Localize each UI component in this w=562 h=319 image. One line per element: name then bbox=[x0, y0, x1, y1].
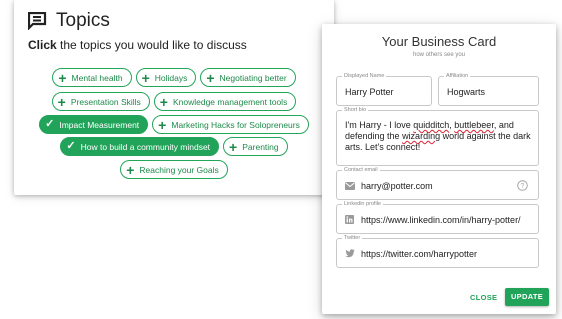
contact-email-value: harry@potter.com bbox=[361, 181, 433, 191]
plus-icon: + bbox=[159, 93, 168, 110]
topic-chip[interactable]: + Mental health bbox=[52, 68, 132, 87]
topic-chip-label: Mental health bbox=[71, 72, 123, 83]
plus-icon: + bbox=[158, 116, 167, 133]
short-bio-label: Short bio bbox=[342, 106, 369, 115]
contact-email-field[interactable]: Contact email harry@potter.com ? bbox=[336, 166, 539, 200]
linkedin-icon bbox=[345, 215, 354, 224]
plus-icon: + bbox=[141, 69, 150, 86]
bio-misspelled-word: wizarding bbox=[402, 131, 441, 141]
topic-chip-row: + Reaching your Goals bbox=[14, 160, 334, 179]
check-icon: ✓ bbox=[45, 118, 55, 130]
help-icon[interactable]: ? bbox=[517, 180, 528, 191]
topic-chip-label: Reaching your Goals bbox=[139, 164, 219, 175]
topic-chip-label: Impact Measurement bbox=[59, 119, 140, 130]
topic-chip-label: Presentation Skills bbox=[70, 96, 141, 107]
topic-chip[interactable]: + Reaching your Goals bbox=[120, 160, 228, 179]
topic-chip[interactable]: + Negotiating better bbox=[200, 68, 296, 87]
topic-chip-label: Marketing Hacks for Solopreneurs bbox=[171, 119, 300, 130]
close-button[interactable]: CLOSE bbox=[470, 293, 497, 302]
plus-icon: + bbox=[58, 69, 67, 86]
topic-chip-row: ✓ Impact Measurement + Marketing Hacks for … bbox=[14, 115, 334, 134]
topic-chip-label: Holidays bbox=[154, 72, 188, 83]
check-icon: ✓ bbox=[66, 140, 76, 152]
bio-part: I'm Harry - I love bbox=[345, 120, 414, 130]
update-button[interactable]: UPDATE bbox=[505, 288, 549, 306]
topic-chip[interactable]: + Presentation Skills bbox=[51, 92, 150, 111]
topics-chat-icon bbox=[28, 12, 47, 30]
linkedin-profile-field[interactable]: Linkedin profile https://www.linkedin.co… bbox=[336, 200, 539, 234]
topics-title: Topics bbox=[56, 10, 110, 31]
plus-icon: + bbox=[229, 138, 238, 155]
linkedin-profile-value: https://www.linkedin.com/in/harry-potter… bbox=[361, 215, 521, 225]
plus-icon: + bbox=[57, 93, 66, 110]
plus-icon: + bbox=[126, 161, 135, 178]
bio-misspelled-word: buttlebeer bbox=[454, 120, 494, 130]
twitter-value: https://twitter.com/harrypotter bbox=[361, 249, 478, 259]
affiliation-field[interactable]: Affiliation Hogwarts bbox=[438, 72, 539, 106]
affiliation-value: Hogwarts bbox=[447, 87, 486, 97]
topic-chip-label: How to build a community mindset bbox=[80, 141, 211, 152]
topic-chip[interactable]: + Marketing Hacks for Solopreneurs bbox=[152, 115, 309, 134]
bio-misspelled-word: quidditch bbox=[413, 120, 450, 130]
topic-chip-label: Parenting bbox=[242, 141, 279, 152]
topics-card: Topics Click the topics you would like t… bbox=[14, 0, 334, 195]
affiliation-label: Affiliation bbox=[444, 72, 471, 81]
topics-instruction-text: the topics you would like to discuss bbox=[56, 38, 247, 52]
linkedin-profile-label: Linkedin profile bbox=[342, 200, 383, 209]
topic-chip[interactable]: + Knowledge management tools bbox=[153, 92, 297, 111]
svg-text:?: ? bbox=[521, 183, 525, 190]
displayed-name-value: Harry Potter bbox=[345, 87, 394, 97]
card-title: Your Business Card bbox=[381, 34, 497, 49]
topic-chip-row: + Presentation Skills + Knowledge managemen… bbox=[14, 92, 334, 111]
contact-email-label: Contact email bbox=[342, 166, 380, 175]
email-icon bbox=[345, 182, 355, 190]
short-bio-value: I'm Harry - I love quidditch, buttlebeer… bbox=[345, 120, 532, 153]
topic-chip-row: + Mental health + Holidays + Negotiating bett… bbox=[14, 68, 334, 87]
topic-chip-row: ✓ How to build a community mindset + Parent… bbox=[14, 137, 334, 156]
twitter-field[interactable]: Twitter https://twitter.com/harrypotter bbox=[336, 234, 539, 268]
topic-chip[interactable]: + Parenting bbox=[223, 137, 288, 156]
topic-chip-label: Negotiating better bbox=[219, 72, 287, 83]
topics-instruction-bold: Click bbox=[28, 38, 57, 52]
topic-chip[interactable]: + Holidays bbox=[135, 68, 197, 87]
displayed-name-field[interactable]: Displayed Name Harry Potter bbox=[336, 72, 432, 106]
plus-icon: + bbox=[206, 69, 215, 86]
topic-chip-label: Knowledge management tools bbox=[172, 96, 288, 107]
topic-chip[interactable]: ✓ Impact Measurement bbox=[39, 115, 149, 134]
topics-instruction: Click the topics you would like to discu… bbox=[28, 38, 247, 52]
topics-header: Topics bbox=[28, 10, 110, 32]
twitter-label: Twitter bbox=[342, 234, 363, 243]
short-bio-field[interactable]: Short bio I'm Harry - I love quidditch, … bbox=[336, 106, 539, 166]
business-card-dialog: Your Business Card how others see you Di… bbox=[322, 24, 556, 314]
topic-chip[interactable]: ✓ How to build a community mindset bbox=[60, 137, 220, 156]
card-subtitle: how others see you bbox=[412, 52, 466, 58]
twitter-icon bbox=[345, 249, 355, 258]
displayed-name-label: Displayed Name bbox=[342, 72, 387, 81]
